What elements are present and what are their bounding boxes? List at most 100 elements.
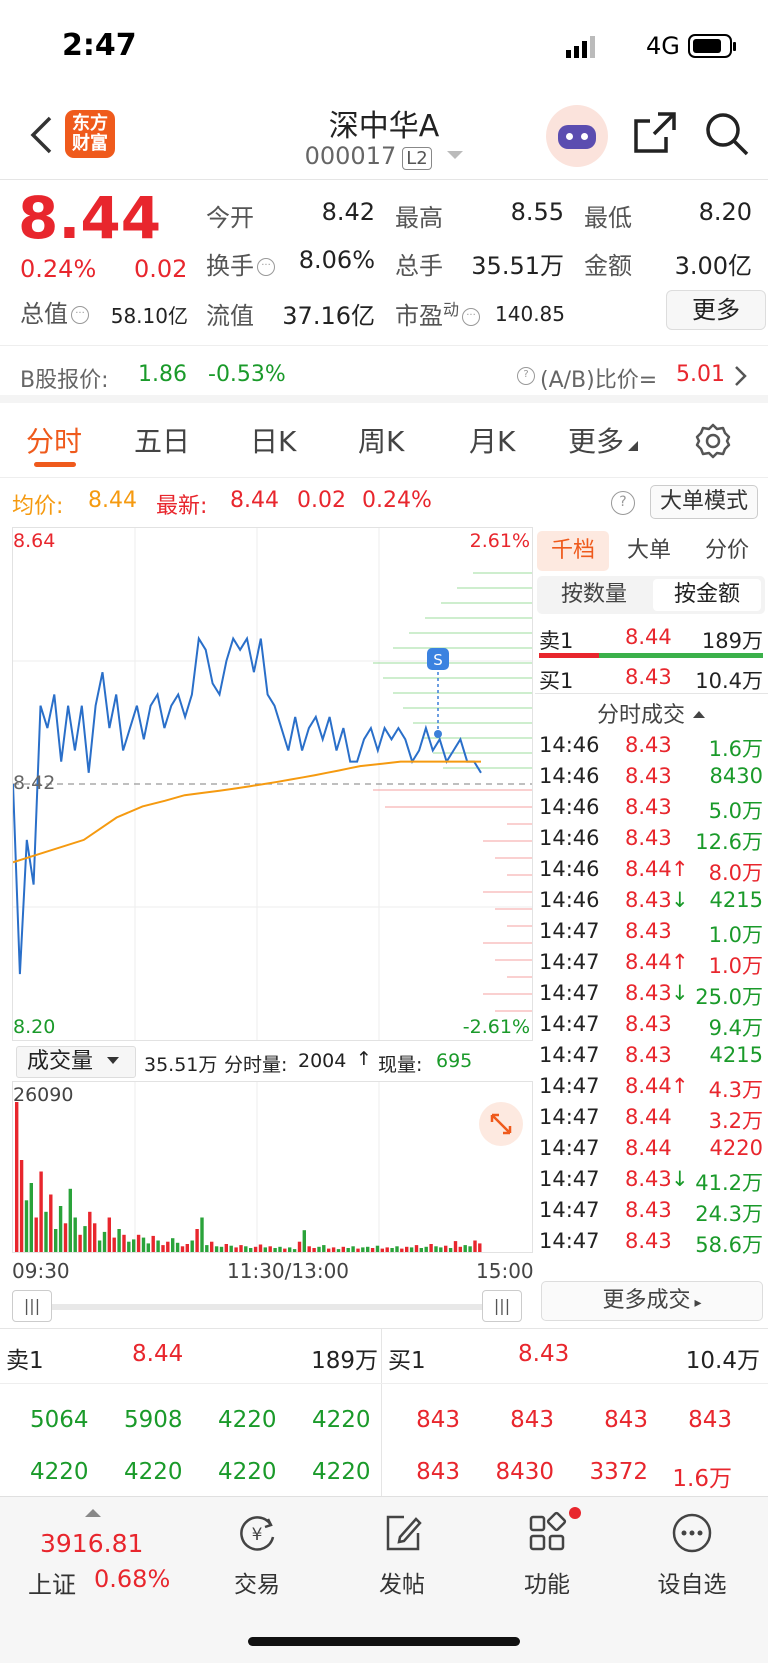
caret-down-icon bbox=[107, 1057, 120, 1064]
tick-volume: 1.6万 bbox=[708, 737, 763, 761]
nav-post[interactable]: 发帖 bbox=[347, 1511, 457, 1599]
tab-monthly-k[interactable]: 月K bbox=[469, 420, 515, 460]
tab-intraday[interactable]: 分时 bbox=[26, 420, 82, 460]
nav-add-watchlist[interactable]: 设自选 bbox=[637, 1511, 747, 1599]
nav-functions[interactable]: 功能 bbox=[492, 1507, 602, 1599]
ask-queue-order: 5908 bbox=[124, 1407, 183, 1433]
tick-row: 14:47 8.43 24.3万 bbox=[539, 1196, 763, 1227]
stock-code: 000017 bbox=[304, 142, 397, 170]
ask-queue-order: 4220 bbox=[30, 1459, 89, 1485]
price-chart-svg: S bbox=[13, 528, 532, 1040]
tick-time: 14:46 bbox=[539, 826, 600, 850]
indicator-select[interactable]: 成交量 bbox=[16, 1046, 136, 1078]
share-icon[interactable] bbox=[632, 111, 678, 155]
volume-bar bbox=[127, 1241, 131, 1252]
tick-time: 14:46 bbox=[539, 857, 600, 881]
help-icon[interactable]: ? bbox=[611, 491, 635, 515]
nav-trade[interactable]: ¥ 交易 bbox=[202, 1511, 312, 1599]
tab-more[interactable]: 更多 bbox=[568, 420, 639, 460]
volume-bar bbox=[205, 1245, 209, 1252]
tab-price-dist[interactable]: 分价 bbox=[689, 531, 765, 571]
settings-gear-icon[interactable] bbox=[694, 422, 732, 460]
volume-bar bbox=[146, 1243, 150, 1252]
volume-bar bbox=[63, 1223, 68, 1252]
volume-bar bbox=[15, 1102, 19, 1252]
nav-label: 发帖 bbox=[379, 1572, 425, 1598]
field-label[interactable]: 总值 ··· bbox=[20, 294, 89, 329]
expand-icon[interactable] bbox=[479, 1102, 523, 1146]
more-ticks-button[interactable]: 更多成交 ▸ bbox=[541, 1281, 763, 1321]
volume-bar bbox=[229, 1245, 233, 1252]
volume-bar bbox=[171, 1238, 175, 1252]
ab-ratio-value: 5.01 bbox=[676, 362, 725, 387]
scroll-handle-left[interactable]: ||| bbox=[12, 1290, 52, 1322]
tab-weekly-k[interactable]: 周K bbox=[358, 420, 404, 460]
field-label[interactable]: 市盈动 ··· bbox=[395, 296, 481, 331]
signal-icon bbox=[566, 36, 595, 58]
time-axis: 09:30 11:30/13:00 15:00 bbox=[12, 1257, 534, 1287]
volume-bar bbox=[361, 1247, 365, 1252]
svg-text:¥: ¥ bbox=[252, 1525, 263, 1545]
y-label-mid: 8.42 bbox=[13, 772, 56, 794]
tick-row: 14:47 8.44 ↑ 4.3万 bbox=[539, 1072, 763, 1103]
volume-bar bbox=[151, 1235, 155, 1252]
info-icon[interactable]: ··· bbox=[462, 308, 481, 326]
ticks-header[interactable]: 分时成交 bbox=[539, 693, 763, 728]
ticks-title: 分时成交 bbox=[596, 703, 685, 728]
ask-queue-order: 4220 bbox=[218, 1459, 277, 1485]
volume-bar bbox=[288, 1247, 292, 1252]
tick-price: 8.44 bbox=[625, 1136, 672, 1160]
tab-daily-k[interactable]: 日K bbox=[250, 420, 296, 460]
volume-bar bbox=[107, 1217, 111, 1252]
ask-queue-order: 4220 bbox=[312, 1407, 371, 1433]
tick-time: 14:47 bbox=[539, 1198, 600, 1222]
volume-bar bbox=[453, 1241, 458, 1252]
tick-volume: 9.4万 bbox=[708, 1016, 763, 1040]
volume-bar bbox=[29, 1183, 33, 1252]
volume-bar bbox=[419, 1248, 423, 1252]
search-icon[interactable] bbox=[704, 111, 750, 157]
info-icon[interactable]: ··· bbox=[257, 258, 275, 276]
big-order-mode-button[interactable]: 大单模式 bbox=[650, 485, 758, 519]
tick-time: 14:47 bbox=[539, 919, 600, 943]
subtab-by-amount[interactable]: 按金额 bbox=[653, 579, 761, 611]
volume-chart[interactable]: 26090 bbox=[12, 1081, 533, 1253]
tick-time: 14:47 bbox=[539, 1136, 600, 1160]
bid-ratio-bar bbox=[599, 653, 763, 658]
volume-bar bbox=[214, 1246, 219, 1252]
tick-volume: 1.0万 bbox=[708, 954, 763, 978]
robot-assistant-icon[interactable] bbox=[546, 105, 608, 167]
battery-icon bbox=[688, 34, 736, 58]
intraday-price-chart[interactable]: S 8.64 8.42 8.20 2.61% -2.61% bbox=[12, 527, 533, 1041]
volume-bar bbox=[185, 1244, 189, 1252]
caret-right-icon: ▸ bbox=[694, 1295, 702, 1311]
marker-point bbox=[434, 730, 442, 738]
help-icon[interactable]: ? bbox=[517, 367, 535, 385]
tick-volume: 58.6万 bbox=[695, 1233, 763, 1257]
b-share-price: 1.86 bbox=[138, 362, 187, 387]
volume-bar bbox=[244, 1246, 248, 1252]
subtab-by-quantity[interactable]: 按数量 bbox=[541, 579, 647, 611]
right-trade-panel: 千档 大单 分价 按数量 按金额 卖1 8.44 189万 买1 8.43 10… bbox=[535, 527, 768, 1327]
volume-bar bbox=[195, 1229, 199, 1252]
tab-big-orders[interactable]: 大单 bbox=[613, 531, 685, 571]
b-share-row[interactable]: B股报价: 1.86 -0.53% ? (A/B)比价= 5.01 bbox=[0, 347, 768, 403]
stock-header: 东方 财富 深中华A 000017 L2 bbox=[0, 95, 768, 180]
tab-depth[interactable]: 千档 bbox=[537, 531, 609, 571]
scroll-handle-right[interactable]: ||| bbox=[482, 1290, 522, 1322]
nav-label: 功能 bbox=[524, 1572, 570, 1598]
volume-bar bbox=[336, 1249, 341, 1252]
tab-five-day[interactable]: 五日 bbox=[134, 420, 190, 460]
bid-queue-order: 3372 bbox=[589, 1459, 648, 1485]
index-ticker[interactable]: 3916.81 上证 0.68% bbox=[20, 1507, 190, 1599]
tick-row: 14:46 8.43 12.6万 bbox=[539, 824, 763, 855]
chart-range-scroller[interactable]: ||| ||| bbox=[12, 1290, 533, 1322]
tick-direction-icon: ↓ bbox=[671, 981, 689, 1005]
tick-volume: 25.0万 bbox=[695, 985, 763, 1009]
field-label[interactable]: 换手 ··· bbox=[206, 246, 275, 281]
tick-price: 8.43 bbox=[625, 888, 672, 912]
info-icon[interactable]: ··· bbox=[71, 306, 89, 324]
volume-bar bbox=[283, 1248, 287, 1252]
tick-price: 8.43 bbox=[625, 1229, 672, 1253]
more-fields-button[interactable]: 更多 bbox=[666, 290, 766, 330]
